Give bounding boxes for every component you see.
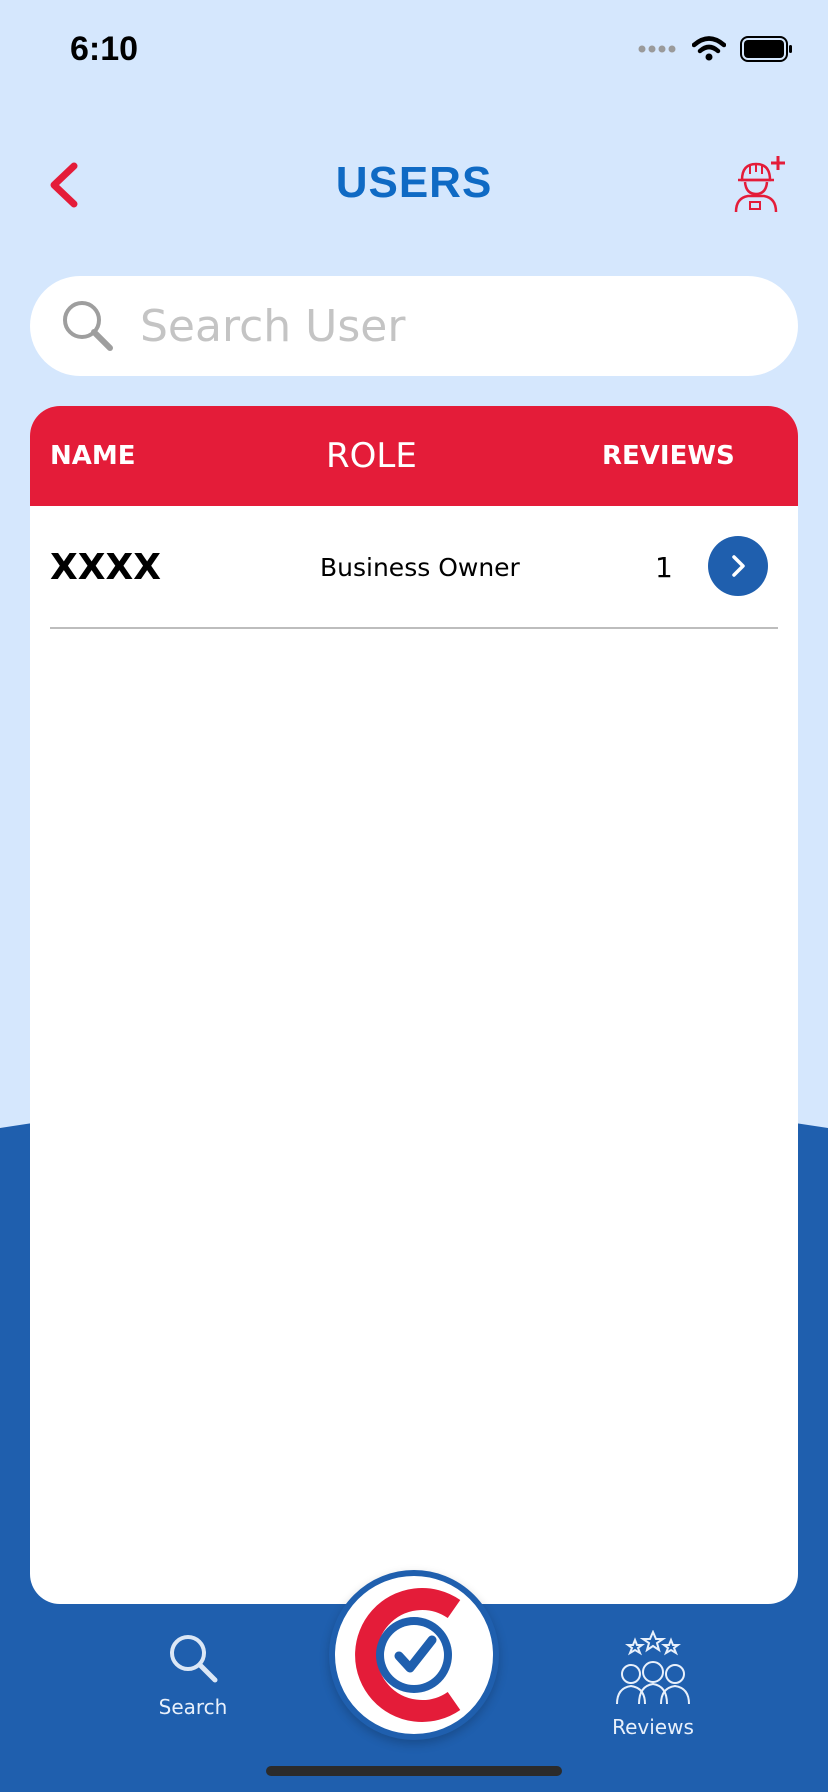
table-header: NAME ROLE REVIEWS bbox=[30, 406, 798, 506]
status-icons bbox=[638, 36, 794, 62]
reviews-icon bbox=[616, 1629, 690, 1705]
tab-reviews[interactable]: Reviews bbox=[583, 1629, 723, 1739]
wifi-icon bbox=[692, 36, 726, 61]
users-card: NAME ROLE REVIEWS XXXX Business Owner 1 bbox=[30, 406, 798, 1604]
tab-search-label: Search bbox=[158, 1695, 228, 1719]
search-icon bbox=[170, 1635, 218, 1683]
app-logo-icon bbox=[355, 1588, 461, 1722]
status-time: 6:10 bbox=[70, 30, 139, 68]
add-worker-icon bbox=[734, 156, 785, 213]
column-header-reviews: REVIEWS bbox=[602, 441, 735, 471]
signal-icon bbox=[638, 45, 676, 53]
search-bar bbox=[30, 276, 798, 376]
open-user-button[interactable] bbox=[708, 536, 768, 596]
column-header-role: ROLE bbox=[326, 436, 417, 476]
tab-search[interactable]: Search bbox=[123, 1630, 263, 1719]
home-indicator bbox=[266, 1766, 562, 1776]
status-bar: 6:10 bbox=[0, 0, 828, 100]
center-logo-button[interactable] bbox=[329, 1570, 499, 1740]
user-name: XXXX bbox=[50, 547, 162, 588]
user-reviews-count: 1 bbox=[655, 551, 673, 584]
table-row[interactable]: XXXX Business Owner 1 bbox=[50, 506, 778, 629]
add-user-button[interactable] bbox=[728, 154, 788, 214]
tab-reviews-label: Reviews bbox=[612, 1715, 694, 1739]
search-icon bbox=[63, 301, 113, 351]
column-header-name: NAME bbox=[50, 441, 136, 471]
chevron-right-icon bbox=[732, 555, 745, 577]
header: USERS bbox=[0, 140, 828, 230]
battery-icon bbox=[740, 36, 792, 62]
search-input[interactable] bbox=[140, 286, 760, 366]
user-role: Business Owner bbox=[320, 553, 520, 582]
page-title: USERS bbox=[335, 158, 493, 207]
